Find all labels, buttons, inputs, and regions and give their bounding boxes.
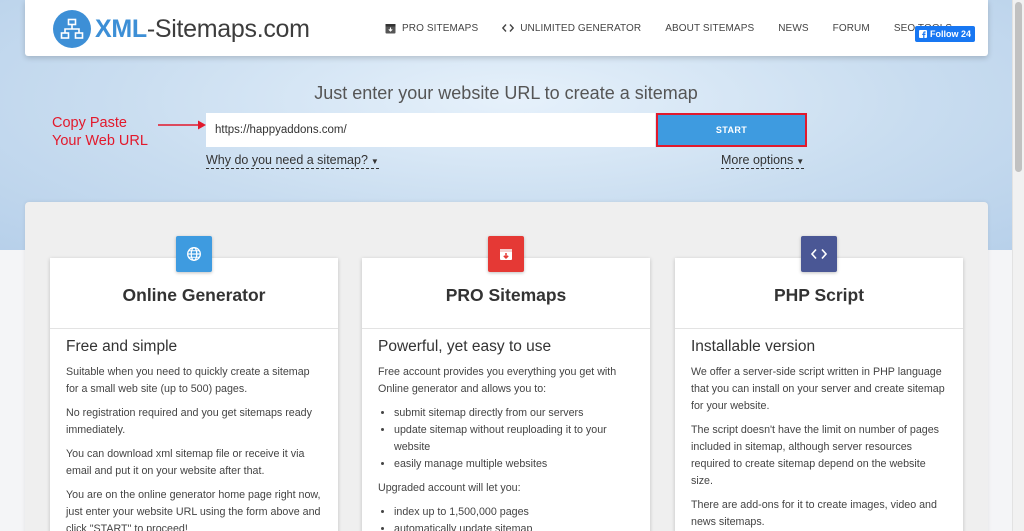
scrollbar-thumb[interactable] [1015, 2, 1022, 172]
card-paragraph: Suitable when you need to quickly create… [66, 366, 310, 395]
list-item: update sitemap without reuploading it to… [394, 422, 636, 456]
nav-news[interactable]: NEWS [778, 23, 808, 34]
nav-pro-sitemaps[interactable]: PRO SITEMAPS [385, 23, 478, 34]
feature-list: submit sitemap directly from our servers… [394, 405, 636, 473]
code-icon [801, 236, 837, 272]
box-icon [488, 236, 524, 272]
card-body: Installable version We offer a server-si… [691, 338, 949, 531]
annotation-text: Copy Paste Your Web URL [52, 115, 148, 149]
scrollbar[interactable] [1012, 0, 1024, 531]
more-options-link[interactable]: More options ▼ [721, 153, 805, 169]
upgrade-list: index up to 1,500,000 pages automaticall… [394, 504, 636, 531]
logo-text: XML-Sitemaps.com [95, 14, 310, 43]
card-paragraph: We offer a server-side script written in… [691, 366, 945, 412]
card-title: PRO Sitemaps [445, 285, 567, 305]
card-body: Free and simple Suitable when you need t… [66, 338, 324, 531]
card-title: PHP Script [773, 285, 865, 305]
card-subtitle: Installable version [691, 338, 816, 355]
site-logo[interactable]: XML-Sitemaps.com [53, 10, 310, 48]
site-header: XML-Sitemaps.com PRO SITEMAPS UNLIMITED … [25, 0, 988, 56]
nav-about-sitemaps[interactable]: ABOUT SITEMAPS [665, 23, 754, 34]
box-icon [385, 23, 396, 34]
annotation-arrow-icon [158, 120, 206, 130]
main-nav: PRO SITEMAPS UNLIMITED GENERATOR ABOUT S… [385, 0, 976, 56]
card-title: Online Generator [122, 285, 266, 305]
card-paragraph: There are add-ons for it to create image… [691, 499, 937, 528]
caret-down-icon: ▼ [370, 157, 379, 166]
card-subtitle: Powerful, yet easy to use [378, 338, 552, 355]
why-sitemap-link[interactable]: Why do you need a sitemap? ▼ [206, 153, 379, 169]
nav-forum[interactable]: FORUM [833, 23, 870, 34]
code-icon [502, 23, 515, 33]
list-item: automatically update sitemap [394, 521, 636, 531]
card-paragraph: Free account provides you everything you… [378, 366, 617, 395]
list-item: submit sitemap directly from our servers [394, 405, 636, 422]
divider [50, 328, 338, 329]
list-item: index up to 1,500,000 pages [394, 504, 636, 521]
card-pro-sitemaps: PRO Sitemaps Powerful, yet easy to use F… [362, 258, 650, 531]
card-online-generator: Online Generator Free and simple Suitabl… [50, 258, 338, 531]
list-item: easily manage multiple websites [394, 456, 636, 473]
start-button[interactable]: START [656, 113, 807, 147]
nav-unlimited-generator[interactable]: UNLIMITED GENERATOR [502, 23, 641, 34]
facebook-icon [919, 30, 927, 38]
hero-title: Just enter your website URL to create a … [314, 83, 698, 103]
card-paragraph: The script doesn't have the limit on num… [691, 424, 939, 487]
sitemap-icon [53, 10, 91, 48]
caret-down-icon: ▼ [796, 157, 805, 166]
website-url-input[interactable] [206, 113, 655, 147]
card-paragraph: You can download xml sitemap file or rec… [66, 448, 305, 477]
card-body: Powerful, yet easy to use Free account p… [378, 338, 636, 531]
divider [675, 328, 963, 329]
card-paragraph: You are on the online generator home pag… [66, 489, 321, 531]
card-php-script: PHP Script Installable version We offer … [675, 258, 963, 531]
facebook-follow-button[interactable]: Follow 24 [915, 26, 975, 42]
card-paragraph: No registration required and you get sit… [66, 407, 312, 436]
globe-icon [176, 236, 212, 272]
card-paragraph: Upgraded account will let you: [378, 482, 521, 494]
card-subtitle: Free and simple [66, 338, 178, 355]
divider [362, 328, 650, 329]
